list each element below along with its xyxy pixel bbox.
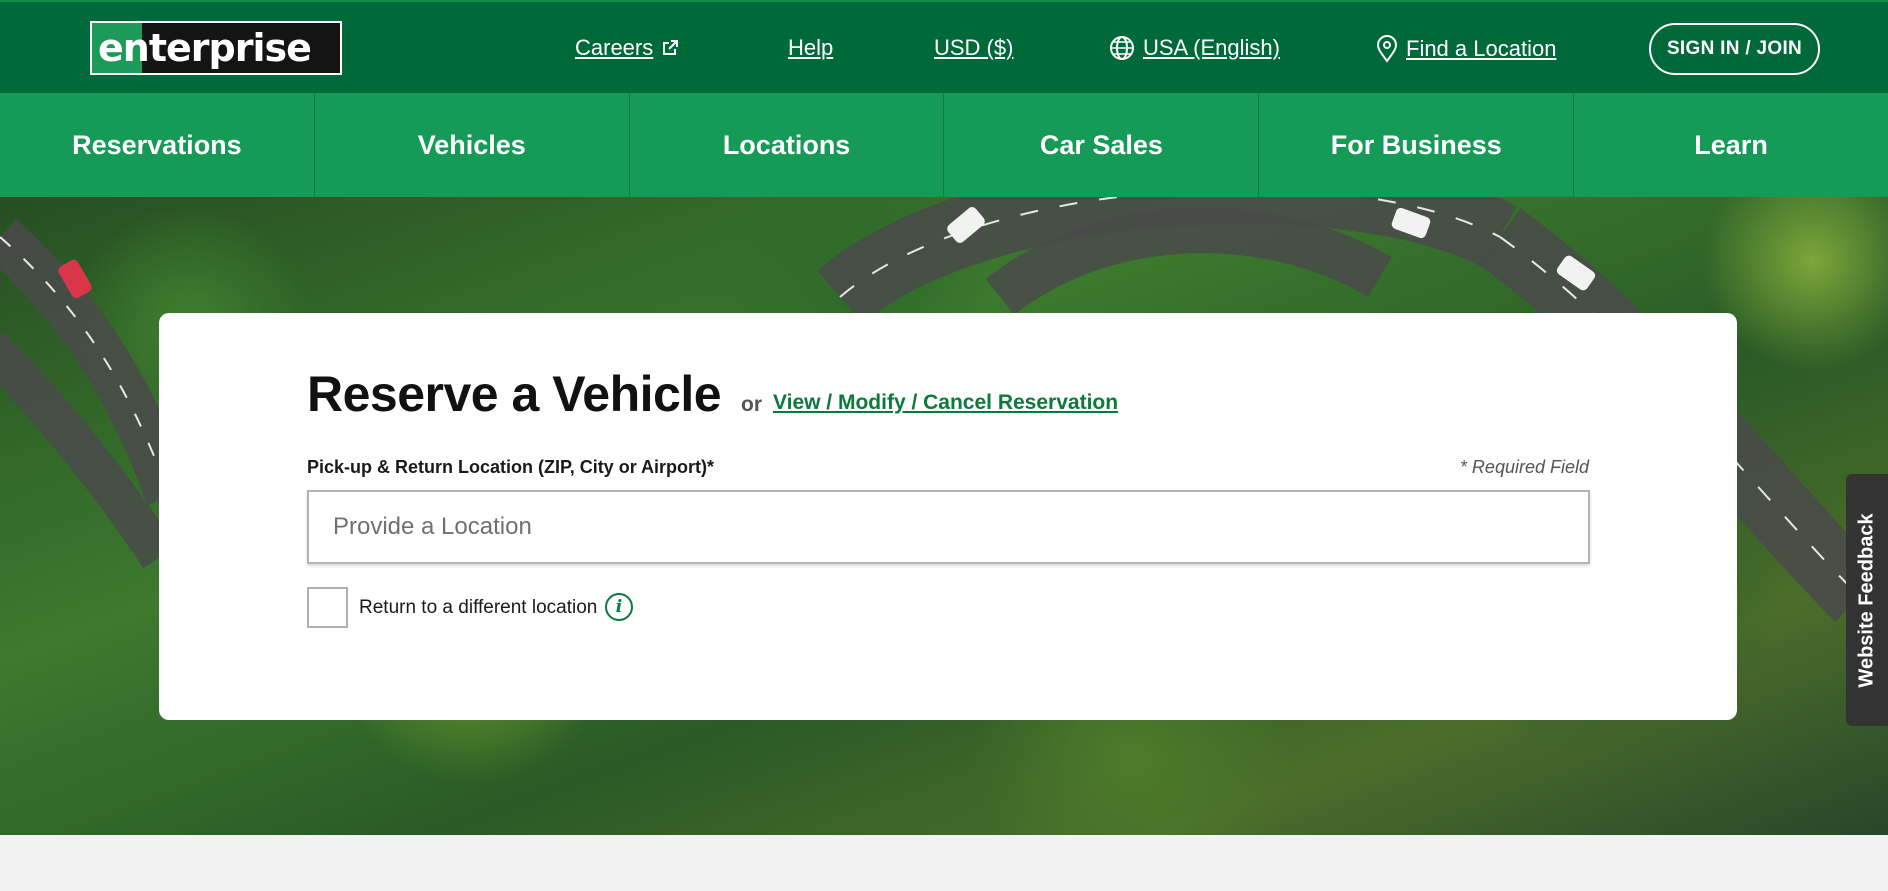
careers-link-label: Careers	[575, 35, 654, 60]
reserve-vehicle-card: Reserve a Vehicle or View / Modify / Can…	[159, 313, 1737, 720]
nav-item-learn[interactable]: Learn	[1574, 93, 1888, 197]
nav-item-vehicles[interactable]: Vehicles	[315, 93, 630, 197]
map-pin-icon	[1376, 35, 1398, 63]
website-feedback-tab[interactable]: Website Feedback	[1846, 474, 1888, 726]
nav-item-locations[interactable]: Locations	[630, 93, 945, 197]
sign-in-join-button[interactable]: SIGN IN / JOIN	[1649, 23, 1820, 75]
find-location-link[interactable]: Find a Location	[1376, 35, 1556, 63]
help-link[interactable]: Help	[788, 35, 833, 61]
nav-item-reservations[interactable]: Reservations	[0, 93, 315, 197]
info-icon[interactable]: i	[605, 593, 633, 621]
careers-link[interactable]: Careers	[575, 35, 679, 61]
logo-text: enterprise	[98, 26, 312, 70]
globe-icon	[1110, 36, 1134, 60]
or-separator: or	[741, 393, 762, 416]
return-different-location-checkbox[interactable]	[307, 587, 348, 628]
reserve-vehicle-title: Reserve a Vehicle	[307, 366, 722, 422]
top-utility-bar: enterprise Careers Help USD ($) USA (Eng…	[0, 0, 1888, 93]
return-different-location-label[interactable]: Return to a different location	[359, 597, 597, 619]
language-link-label: USA (English)	[1143, 35, 1280, 60]
currency-link[interactable]: USD ($)	[934, 35, 1013, 61]
view-modify-cancel-link[interactable]: View / Modify / Cancel Reservation	[773, 391, 1118, 415]
enterprise-logo[interactable]: enterprise	[90, 21, 342, 75]
find-location-link-label: Find a Location	[1406, 36, 1557, 61]
language-link[interactable]: USA (English)	[1109, 35, 1280, 61]
website-feedback-label: Website Feedback	[1855, 512, 1878, 688]
pickup-location-label: Pick-up & Return Location (ZIP, City or …	[307, 457, 715, 477]
main-nav: Reservations Vehicles Locations Car Sale…	[0, 93, 1888, 197]
external-link-icon	[663, 40, 679, 55]
required-field-note: * Required Field	[1459, 457, 1589, 477]
pickup-location-input[interactable]	[307, 490, 1590, 564]
nav-item-car-sales[interactable]: Car Sales	[944, 93, 1260, 197]
nav-item-for-business[interactable]: For Business	[1259, 93, 1575, 197]
